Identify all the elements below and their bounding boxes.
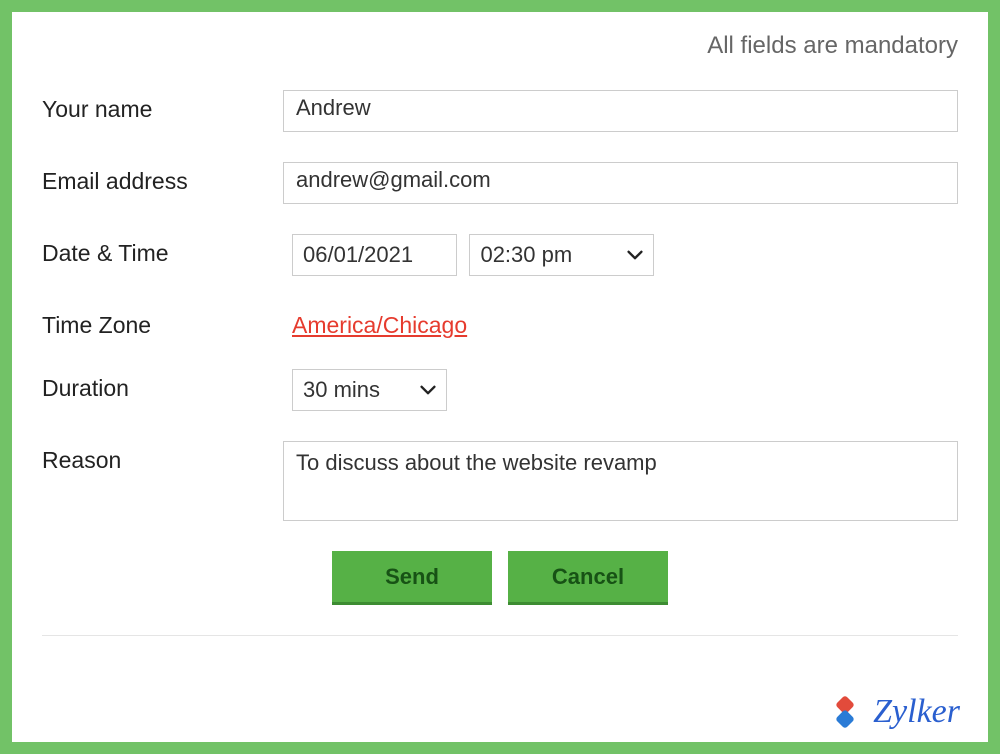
label-name: Your name [42,90,283,123]
row-reason: Reason To discuss about the website reva… [42,441,958,521]
mandatory-note: All fields are mandatory [42,32,958,60]
time-value: 02:30 pm [480,242,619,268]
select-time[interactable]: 02:30 pm [469,234,654,276]
input-date[interactable]: 06/01/2021 [292,234,457,276]
row-email: Email address andrew@gmail.com [42,162,958,204]
cancel-button[interactable]: Cancel [508,551,668,605]
chevron-down-icon [627,247,643,263]
row-duration: Duration 30 mins [42,369,958,411]
row-datetime: Date & Time 06/01/2021 02:30 pm [42,234,958,276]
button-row: Send Cancel [332,551,958,605]
send-button[interactable]: Send [332,551,492,605]
brand-logo: Zylker [825,692,960,732]
input-name[interactable]: Andrew [283,90,958,132]
input-reason[interactable]: To discuss about the website revamp [283,441,958,521]
logo-text: Zylker [873,693,960,731]
divider [42,635,958,636]
row-name: Your name Andrew [42,90,958,132]
duration-value: 30 mins [303,377,412,403]
select-duration[interactable]: 30 mins [292,369,447,411]
logo-icon [825,692,865,732]
label-email: Email address [42,162,283,195]
chevron-down-icon [420,382,436,398]
label-duration: Duration [42,369,292,402]
input-email[interactable]: andrew@gmail.com [283,162,958,204]
date-value: 06/01/2021 [303,242,413,268]
label-reason: Reason [42,441,283,474]
row-timezone: Time Zone America/Chicago [42,306,958,339]
form-container: All fields are mandatory Your name Andre… [0,0,1000,754]
label-timezone: Time Zone [42,306,292,339]
label-datetime: Date & Time [42,234,292,267]
timezone-link[interactable]: America/Chicago [292,306,467,339]
